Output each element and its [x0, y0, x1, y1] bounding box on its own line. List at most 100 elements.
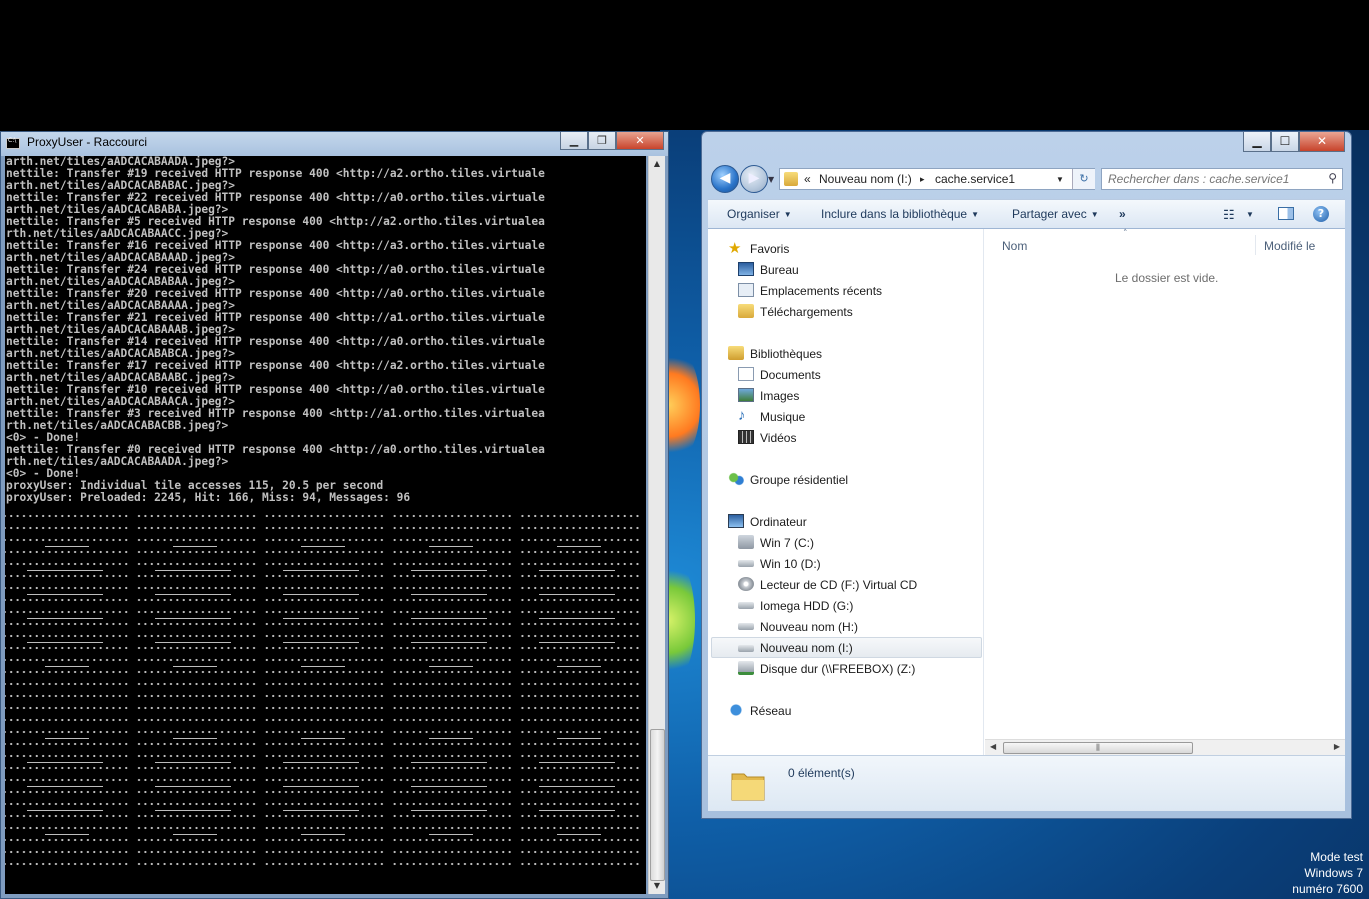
scroll-left-arrow-icon[interactable]: ◀ [990, 742, 996, 751]
sort-ascending-icon: ˄ [1123, 229, 1128, 239]
navigation-pane[interactable]: ★ Favoris Bureau Emplacements récents Té… [708, 229, 984, 755]
search-icon[interactable]: ⚲ [1328, 171, 1337, 185]
desktop-icon [738, 262, 754, 276]
nav-label: Nouveau nom (H:) [760, 620, 859, 634]
watermark-line-3: numéro 7600 [1292, 882, 1363, 896]
console-titlebar[interactable]: ProxyUser - Raccourci ▁ ❐ ✕ [1, 132, 668, 156]
breadcrumb-prefix[interactable]: « [804, 172, 811, 186]
explorer-window[interactable]: ▁ ☐ ✕ ◀ ▶ ▼ « Nouveau nom (I:) ▸ cache.s… [701, 131, 1352, 819]
chevron-down-icon: ▼ [971, 210, 980, 219]
horizontal-scrollbar[interactable]: ◀ ⫼ ▶ [985, 739, 1345, 756]
computer-icon [728, 514, 744, 528]
scroll-down-arrow-icon[interactable]: ▼ [649, 878, 665, 894]
console-output: arth.net/tiles/aADCACABAADA.jpeg?> netti… [6, 156, 545, 504]
watermark-line-1: Mode test [1310, 850, 1363, 864]
downloads-folder-icon [738, 304, 754, 318]
nav-label: Bibliothèques [750, 347, 823, 361]
back-button[interactable]: ◀ [711, 165, 739, 193]
search-input[interactable] [1108, 171, 1318, 187]
organize-button[interactable]: Organiser ▼ [727, 207, 792, 221]
nav-label: Réseau [750, 704, 792, 718]
pictures-icon [738, 388, 754, 402]
network-drive-icon [738, 661, 754, 675]
address-bar[interactable]: « Nouveau nom (I:) ▸ cache.service1 ▼ ↻ [779, 168, 1095, 190]
console-screen[interactable]: arth.net/tiles/aADCACABAADA.jpeg?> netti… [5, 156, 646, 894]
scroll-up-arrow-icon[interactable]: ▲ [649, 156, 665, 172]
more-commands-button[interactable]: » [1119, 207, 1126, 221]
preview-pane-icon[interactable] [1278, 207, 1294, 220]
search-box[interactable]: ⚲ [1101, 168, 1343, 190]
nav-drive-i[interactable]: Nouveau nom (I:) [711, 637, 982, 658]
console-title: ProxyUser - Raccourci [27, 135, 148, 149]
explorer-minimize-button[interactable]: ▁ [1243, 132, 1271, 152]
nav-label: Bureau [760, 263, 799, 277]
column-header-name[interactable]: Nom [1002, 239, 1027, 253]
close-button[interactable]: ✕ [616, 132, 664, 150]
scroll-right-arrow-icon[interactable]: ▶ [1334, 742, 1340, 751]
details-pane: 0 élément(s) [708, 755, 1345, 811]
horizontal-scroll-thumb[interactable]: ⫼ [1003, 742, 1193, 754]
nav-label: Win 10 (D:) [760, 557, 821, 571]
film-icon [738, 430, 754, 444]
view-options-chevron-icon[interactable]: ▼ [1246, 210, 1254, 219]
breadcrumb-folder[interactable]: cache.service1 [935, 172, 1015, 186]
explorer-maximize-button[interactable]: ☐ [1271, 132, 1299, 152]
libraries-icon [728, 346, 744, 360]
chevron-down-icon: ▼ [1090, 210, 1099, 219]
file-list-pane[interactable]: Nom ˄ Modifié le Le dossier est vide. [985, 229, 1345, 755]
share-label: Partager avec [1012, 207, 1087, 221]
watermark-line-2: Windows 7 [1304, 866, 1363, 880]
console-window[interactable]: ProxyUser - Raccourci ▁ ❐ ✕ arth.net/til… [0, 131, 669, 899]
folder-icon [784, 172, 798, 186]
nav-label: Disque dur (\\FREEBOX) (Z:) [760, 662, 916, 676]
nav-label: Favoris [750, 242, 790, 256]
music-note-icon: ♪ [738, 407, 746, 424]
nav-label: Documents [760, 368, 821, 382]
recent-places-icon [738, 283, 754, 297]
star-icon: ★ [728, 240, 742, 257]
hard-drive-icon [738, 560, 754, 567]
minimize-button[interactable]: ▁ [560, 132, 588, 150]
breadcrumb-drive[interactable]: Nouveau nom (I:) [819, 172, 912, 186]
forward-button[interactable]: ▶ [740, 165, 768, 193]
nav-label: Ordinateur [750, 515, 807, 529]
hard-drive-icon [738, 623, 754, 630]
nav-label: Win 7 (C:) [760, 536, 814, 550]
help-icon[interactable]: ? [1313, 206, 1329, 222]
item-count: 0 élément(s) [788, 766, 855, 780]
nav-label: Images [760, 389, 800, 403]
refresh-icon[interactable]: ↻ [1072, 169, 1095, 189]
explorer-content: ★ Favoris Bureau Emplacements récents Té… [708, 229, 1345, 756]
hard-drive-icon [738, 645, 754, 652]
nav-label: Musique [760, 410, 806, 424]
breadcrumb-separator[interactable]: ▸ [920, 174, 925, 185]
tile-cache-map [5, 508, 646, 868]
empty-folder-message: Le dossier est vide. [1115, 271, 1219, 285]
explorer-close-button[interactable]: ✕ [1299, 132, 1345, 152]
console-vertical-scrollbar[interactable]: ▲ ▼ [648, 156, 665, 894]
change-view-icon[interactable]: ☷ [1223, 207, 1235, 223]
nav-label: Vidéos [760, 431, 797, 445]
nav-label: Groupe résidentiel [750, 473, 849, 487]
desktop: Mode test Windows 7 numéro 7600 ProxyUse… [0, 0, 1369, 899]
hard-drive-icon [738, 602, 754, 609]
maximize-button[interactable]: ❐ [588, 132, 616, 150]
include-in-library-button[interactable]: Inclure dans la bibliothèque ▼ [821, 207, 979, 221]
column-divider [1255, 235, 1256, 255]
homegroup-icon [728, 472, 744, 486]
command-bar: Organiser ▼ Inclure dans la bibliothèque ▼… [708, 199, 1345, 229]
recent-pages-chevron-icon[interactable]: ▼ [768, 175, 774, 184]
windows-test-mode-watermark: Mode test Windows 7 numéro 7600 [1292, 849, 1363, 897]
console-scroll-thumb[interactable] [650, 729, 665, 881]
share-with-button[interactable]: Partager avec ▼ [1012, 207, 1099, 221]
organize-label: Organiser [727, 207, 780, 221]
nav-label: Lecteur de CD (F:) Virtual CD [760, 578, 918, 592]
chevron-down-icon: ▼ [783, 210, 792, 219]
network-icon [728, 703, 744, 717]
include-label: Inclure dans la bibliothèque [821, 207, 968, 221]
nav-label: Emplacements récents [760, 284, 883, 298]
address-dropdown-icon[interactable]: ▼ [1056, 175, 1064, 184]
cmd-icon [6, 137, 20, 149]
nav-label: Iomega HDD (G:) [760, 599, 854, 613]
column-header-modified[interactable]: Modifié le [1264, 239, 1315, 253]
